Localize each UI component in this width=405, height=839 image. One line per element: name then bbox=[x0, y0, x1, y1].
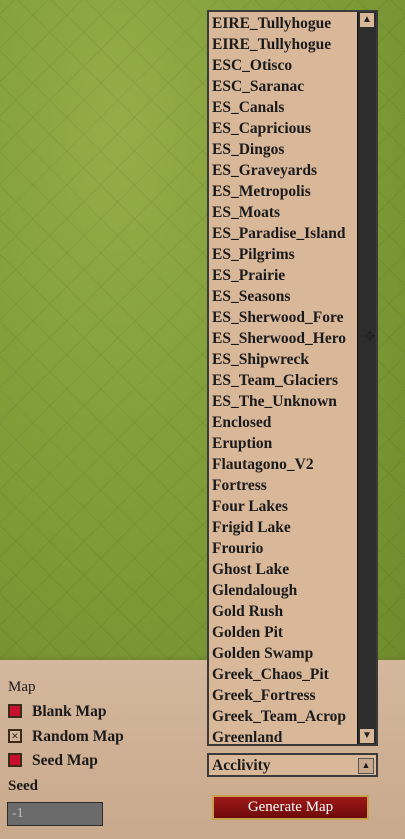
blank-map-label: Blank Map bbox=[32, 703, 107, 720]
map-list-item[interactable]: Frigid Lake bbox=[209, 516, 358, 537]
map-select-value: Acclivity bbox=[212, 757, 271, 774]
map-list-item[interactable]: Frourio bbox=[209, 537, 358, 558]
map-list-item[interactable]: ESC_Saranac bbox=[209, 75, 358, 96]
blank-map-checkbox[interactable] bbox=[8, 704, 22, 718]
map-list-item[interactable]: ES_Metropolis bbox=[209, 180, 358, 201]
scroll-up-icon[interactable]: ▲ bbox=[360, 13, 374, 27]
map-list-item[interactable]: ES_Dingos bbox=[209, 138, 358, 159]
map-list-item[interactable]: Four Lakes bbox=[209, 495, 358, 516]
chevron-up-icon[interactable]: ▲ bbox=[358, 758, 374, 774]
seed-input[interactable]: -1 bbox=[7, 802, 103, 826]
scroll-down-icon[interactable]: ▼ bbox=[360, 729, 374, 743]
map-list[interactable]: EIRE_Tullyhogue EIRE_Tullyhogue ESC_Otisco… bbox=[207, 10, 378, 746]
generate-map-button[interactable]: Generate Map bbox=[212, 795, 369, 820]
map-list-item[interactable]: ES_Canals bbox=[209, 96, 358, 117]
map-list-item[interactable]: ES_Graveyards bbox=[209, 159, 358, 180]
map-heading: Map bbox=[8, 679, 36, 695]
map-list-item[interactable]: ES_Pilgrims bbox=[209, 243, 358, 264]
map-list-item[interactable]: Fortress bbox=[209, 474, 358, 495]
map-list-item[interactable]: ES_The_Unknown bbox=[209, 390, 358, 411]
map-list-item[interactable]: ES_Prairie bbox=[209, 264, 358, 285]
map-list-item[interactable]: ES_Shipwreck bbox=[209, 348, 358, 369]
map-list-item[interactable]: ES_Seasons bbox=[209, 285, 358, 306]
map-list-item[interactable]: Flautagono_V2 bbox=[209, 453, 358, 474]
map-select[interactable]: Acclivity ▲ bbox=[207, 753, 378, 777]
map-list-item[interactable]: Eruption bbox=[209, 432, 358, 453]
map-list-item[interactable]: Glendalough bbox=[209, 579, 358, 600]
map-list-item[interactable]: Golden Swamp bbox=[209, 642, 358, 663]
map-list-item[interactable]: Enclosed bbox=[209, 411, 358, 432]
map-list-item[interactable]: Golden Pit bbox=[209, 621, 358, 642]
map-list-item[interactable]: Greek_Team_Acrop bbox=[209, 705, 358, 726]
seed-label: Seed bbox=[8, 778, 38, 794]
seed-map-checkbox[interactable] bbox=[8, 753, 22, 767]
map-list-item[interactable]: ESC_Otisco bbox=[209, 54, 358, 75]
map-list-item[interactable]: Greenland bbox=[209, 726, 358, 744]
map-list-item[interactable]: Greek_Fortress bbox=[209, 684, 358, 705]
map-list-item[interactable]: Gold Rush bbox=[209, 600, 358, 621]
map-list-item[interactable]: ES_Sherwood_Hero bbox=[209, 327, 358, 348]
map-list-item[interactable]: EIRE_Tullyhogue bbox=[209, 33, 358, 54]
map-list-scrollbar[interactable]: ▲ ▼ bbox=[357, 12, 376, 744]
map-list-item[interactable]: ES_Team_Glaciers bbox=[209, 369, 358, 390]
map-list-item[interactable]: ES_Capricious bbox=[209, 117, 358, 138]
map-list-item[interactable]: EIRE_Tullyhogue bbox=[209, 12, 358, 33]
map-list-item[interactable]: Ghost Lake bbox=[209, 558, 358, 579]
move-cursor-icon: ✥ bbox=[364, 330, 376, 345]
map-list-item[interactable]: ES_Moats bbox=[209, 201, 358, 222]
map-list-item[interactable]: ES_Paradise_Island bbox=[209, 222, 358, 243]
map-list-items: EIRE_Tullyhogue EIRE_Tullyhogue ESC_Otisco… bbox=[209, 12, 376, 744]
map-list-item[interactable]: Greek_Chaos_Pit bbox=[209, 663, 358, 684]
random-map-label: Random Map bbox=[32, 728, 124, 745]
seed-map-label: Seed Map bbox=[32, 752, 98, 769]
random-map-checkbox[interactable]: × bbox=[8, 729, 22, 743]
map-list-item[interactable]: ES_Sherwood_Fore bbox=[209, 306, 358, 327]
